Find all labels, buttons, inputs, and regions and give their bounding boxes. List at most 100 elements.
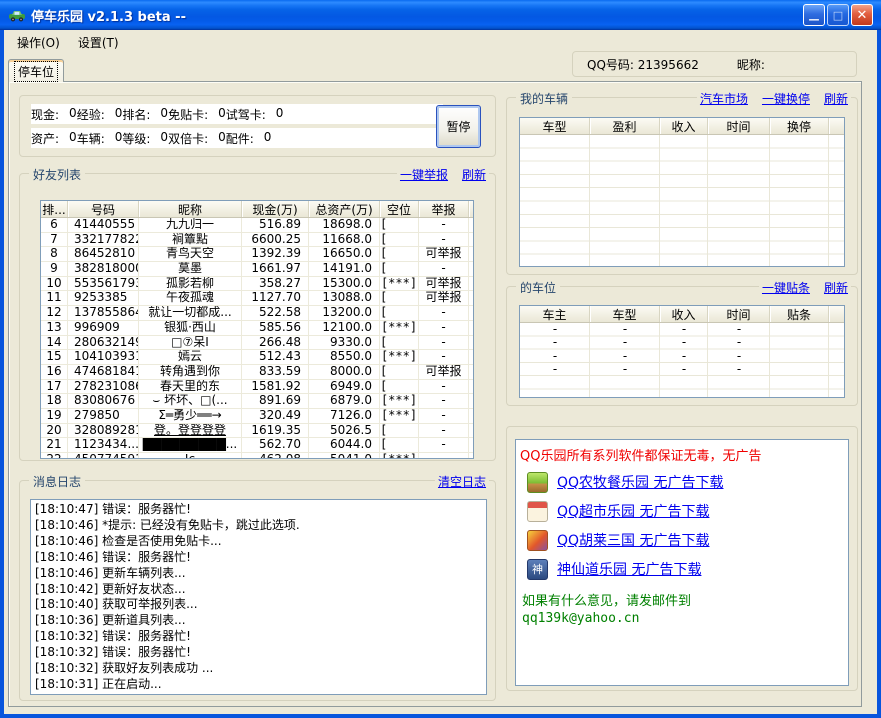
friend-report: 可举报 <box>419 365 469 380</box>
column-header-ticket[interactable]: 贴条 <box>770 306 829 322</box>
column-header-assets[interactable]: 总资产(万) <box>309 201 380 217</box>
friend-filler <box>469 350 473 365</box>
column-header-qq[interactable]: 号码 <box>68 201 139 217</box>
close-button[interactable]: ✕ <box>851 4 873 26</box>
friend-row[interactable]: 7 332177822 裥簟點 6600.25 11668.0 [ ] - <box>41 233 473 248</box>
friend-row[interactable]: 18 83080676 ⌣ 坏坏、□(... 891.69 6879.0 [**… <box>41 394 473 409</box>
friend-row[interactable]: 13 996909 银狐·西山 585.56 12100.0 [***] - <box>41 321 473 336</box>
parking-row[interactable]: - - - - <box>520 336 844 349</box>
friend-assets: 5041.0 <box>309 453 380 459</box>
ticket-all-link[interactable]: 一键贴条 <box>762 279 810 296</box>
column-header-income[interactable]: 收入 <box>660 118 708 134</box>
column-header-nick[interactable]: 昵称 <box>139 201 242 217</box>
download-link[interactable]: QQ超市乐园 无广告下载 <box>557 501 710 521</box>
download-link[interactable]: QQ胡莱三国 无广告下载 <box>557 530 710 550</box>
friend-filler <box>469 277 473 292</box>
friend-qq: 450774591 <box>68 453 139 459</box>
friend-row[interactable]: 22 450774591 Jc 462.08 5041.0 [***] - <box>41 453 473 459</box>
promo-link-row[interactable]: QQ胡莱三国 无广告下载 <box>527 529 844 551</box>
friend-cash: 891.69 <box>242 394 309 409</box>
friend-nick: 嫣云 <box>139 350 242 365</box>
column-header-owner[interactable]: 车主 <box>520 306 590 322</box>
stat-cell: 试驾卡:0 <box>226 106 284 123</box>
friend-row[interactable]: 15 104103931 嫣云 512.43 8550.0 [***] - <box>41 350 473 365</box>
friend-nick: 就让一切都成... <box>139 306 242 321</box>
parking-table: 车主 车型 收入 时间 贴条 - - <box>519 305 845 398</box>
pause-button[interactable]: 暂停 <box>436 105 481 148</box>
column-header-model[interactable]: 车型 <box>590 306 660 322</box>
friend-row[interactable]: 16 474681841 转角遇到你 833.59 8000.0 [ ] 可举报 <box>41 365 473 380</box>
friend-row[interactable]: 21 1123434... █████████... 562.70 6044.0… <box>41 438 473 453</box>
column-header-filler <box>829 118 844 134</box>
friend-qq: 474681841 <box>68 365 139 380</box>
column-header-income[interactable]: 收入 <box>660 306 708 322</box>
friend-rank: 20 <box>41 424 68 439</box>
friend-row[interactable]: 19 279850 Σ═勇少══→ 320.49 7126.0 [***] - <box>41 409 473 424</box>
download-link[interactable]: 神仙道乐园 无广告下载 <box>557 559 701 579</box>
stat-cell: 免贴卡:0 <box>168 106 226 123</box>
friend-row[interactable]: 17 278231086 春天里的东 1581.92 6949.0 [ ] - <box>41 380 473 395</box>
minimize-button[interactable]: — <box>803 4 825 26</box>
friend-cash: 462.08 <box>242 453 309 459</box>
friend-filler <box>469 424 473 439</box>
promo-link-row[interactable]: 神仙道乐园 无广告下载 <box>527 558 844 580</box>
report-all-link[interactable]: 一键举报 <box>400 166 448 183</box>
spot-owner: - <box>520 323 590 336</box>
spot-model: - <box>590 350 660 363</box>
promo-link-row[interactable]: QQ农牧餐乐园 无广告下载 <box>527 471 844 493</box>
friend-report: 可举报 <box>419 247 469 262</box>
friend-qq: 1123434... <box>68 438 139 453</box>
column-header-time[interactable]: 时间 <box>708 118 770 134</box>
friend-rank: 21 <box>41 438 68 453</box>
parking-refresh-link[interactable]: 刷新 <box>824 279 848 296</box>
column-header-profit[interactable]: 盈利 <box>590 118 660 134</box>
friends-refresh-link[interactable]: 刷新 <box>462 166 486 183</box>
friend-qq: 278231086 <box>68 380 139 395</box>
column-header-cash[interactable]: 现金(万) <box>242 201 309 217</box>
tab-parking[interactable]: 停车位 <box>8 59 64 82</box>
friend-nick: 裥簟點 <box>139 233 242 248</box>
menu-item-settings[interactable]: 设置(T) <box>69 31 128 54</box>
maximize-button[interactable]: □ <box>827 4 849 26</box>
friend-row[interactable]: 8 86452810 青鸟天空 1392.39 16650.0 [ ] 可举报 <box>41 247 473 262</box>
my-cars-refresh-link[interactable]: 刷新 <box>824 90 848 107</box>
friend-report: - <box>419 350 469 365</box>
stat-cell: 双倍卡:0 <box>168 130 226 147</box>
column-header-slots[interactable]: 空位 <box>380 201 419 217</box>
parking-row[interactable]: - - - - <box>520 323 844 336</box>
column-header-report[interactable]: 举报 <box>419 201 469 217</box>
friend-slots: [***] <box>380 394 419 409</box>
parking-row[interactable]: - - - - <box>520 363 844 376</box>
menu-item-operate[interactable]: 操作(O) <box>8 31 69 54</box>
friend-assets: 6949.0 <box>309 380 380 395</box>
three-kingdoms-game-icon <box>527 530 548 551</box>
friend-row[interactable]: 9 382818000 茣墨 1661.97 14191.0 [ ] - <box>41 262 473 277</box>
friend-rank: 13 <box>41 321 68 336</box>
swap-all-link[interactable]: 一键换停 <box>762 90 810 107</box>
clear-log-link[interactable]: 清空日志 <box>438 473 486 490</box>
friend-row[interactable]: 20 328089281 登。登登登登 1619.35 5026.5 [ ] - <box>41 424 473 439</box>
parking-row[interactable]: - - - - <box>520 350 844 363</box>
column-header-time[interactable]: 时间 <box>708 306 770 322</box>
column-header-rank[interactable]: 排... <box>41 201 68 217</box>
immortal-game-icon <box>527 559 548 580</box>
friend-filler <box>469 218 473 233</box>
friend-qq: 137855864 <box>68 306 139 321</box>
car-market-link[interactable]: 汽车市场 <box>700 90 748 107</box>
column-header-model[interactable]: 车型 <box>520 118 590 134</box>
supermarket-game-icon <box>527 501 548 522</box>
friend-cash: 1661.97 <box>242 262 309 277</box>
friend-row[interactable]: 12 137855864 就让一切都成... 522.58 13200.0 [ … <box>41 306 473 321</box>
app-window: 停车乐园 v2.1.3 beta -- — □ ✕ 操作(O) 设置(T) QQ… <box>0 0 881 718</box>
friend-row[interactable]: 10 553561793 孤影若柳 358.27 15300.0 [***] 可… <box>41 277 473 292</box>
friend-row[interactable]: 11 9253385 午夜孤魂 1127.70 13088.0 [ ] 可举报 <box>41 291 473 306</box>
friend-qq: 332177822 <box>68 233 139 248</box>
my-cars-table: 车型 盈利 收入 时间 换停 <box>519 117 845 267</box>
friends-table-header: 排... 号码 昵称 现金(万) 总资产(万) 空位 举报 <box>41 201 473 218</box>
friend-row[interactable]: 14 280632149 □⑦呆Ⅰ 266.48 9330.0 [ ] - <box>41 336 473 351</box>
column-header-swap[interactable]: 换停 <box>770 118 829 134</box>
download-link[interactable]: QQ农牧餐乐园 无广告下载 <box>557 472 724 492</box>
friend-row[interactable]: 6 41440555 九九归一 516.89 18698.0 [ ] - <box>41 218 473 233</box>
promo-link-row[interactable]: QQ超市乐园 无广告下载 <box>527 500 844 522</box>
friends-list-panel: 好友列表 一键举报 刷新 排... 号码 昵称 现金(万) 总资产(万) 空位 … <box>19 173 496 461</box>
